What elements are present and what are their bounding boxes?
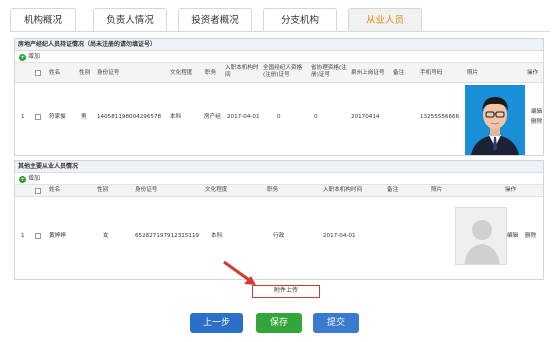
staff-photo-placeholder [455,207,507,265]
cell-education: 本科 [170,114,182,120]
plus-icon: + [19,176,26,183]
header-actions: 操作 [505,187,517,193]
section-title: 房地产经纪人员持证情况（尚未注册的请勿填证号） [15,39,543,51]
header-national-cert: 全国经纪人资格(注册)证号 [263,65,303,78]
previous-step-button[interactable]: 上一步 [190,313,243,333]
select-all-checkbox[interactable] [35,70,41,76]
table-header: 姓名 性别 身份证号 文化程度 职务 入职本机构时间 全国经纪人资格(注册)证号… [15,63,543,83]
header-name: 姓名 [49,187,61,193]
header-actions: 操作 [527,70,539,76]
tab-staff[interactable]: 从业人员 [348,8,422,32]
tab-bar: 机构概况 负责人情况 投资者概况 分支机构 从业人员 [10,4,550,32]
header-name: 姓名 [49,70,61,76]
row-checkbox[interactable] [35,114,41,120]
delete-link[interactable]: 删除 [525,233,536,240]
tab-divider [10,31,550,32]
tab-branches[interactable]: 分支机构 [263,8,337,32]
submit-button[interactable]: 提交 [313,313,359,333]
header-photo: 照片 [431,187,443,193]
cell-id: 140581198004296578 [97,114,162,120]
header-remark: 备注 [393,70,405,76]
header-position: 职务 [267,187,279,193]
row-index: 1 [21,114,25,120]
cell-province-cert: 0 [314,114,318,120]
cell-gender: 男 [81,114,87,120]
cell-local-cert: 20170414 [351,114,380,120]
cell-position: 行政 [273,233,285,239]
cell-education: 本科 [211,233,223,239]
tab-responsible-person[interactable]: 负责人情况 [93,8,167,32]
cell-name: 黄婷婷 [49,233,66,239]
header-id: 身份证号 [97,70,120,76]
header-join-date: 入职本机构时间 [323,187,363,193]
delete-link[interactable]: 删除 [531,119,542,126]
cell-national-cert: 0 [277,114,281,120]
other-staff-section: 其他主要从业人员情况 + 增加 姓名 性别 身份证号 文化程度 职务 入职本机构时… [14,160,544,280]
cell-join-date: 2017-04-01 [227,114,260,120]
cell-join-date: 2017-04-01 [323,233,356,239]
plus-icon: + [19,54,26,61]
table-row: 1 黄婷婷 女 652827197912315119 本科 行政 2017-04… [15,197,543,279]
tab-investors[interactable]: 投资者概况 [178,8,252,32]
add-button[interactable]: + 增加 [15,51,543,63]
header-gender: 性别 [97,187,109,193]
header-join-date: 入职本机构时间 [225,65,259,78]
header-education: 文化程度 [170,70,193,76]
cell-name: 符家俊 [49,114,66,120]
header-phone: 手机号码 [420,70,443,76]
table-row: 1 符家俊 男 140581198004296578 本科 房产经 2017-0… [15,83,543,155]
edit-link[interactable]: 编辑 [531,109,542,116]
header-remark: 备注 [387,187,399,193]
save-button[interactable]: 保存 [256,313,302,333]
header-photo: 照片 [467,70,479,76]
licensed-agents-section: 房地产经纪人员持证情况（尚未注册的请勿填证号） + 增加 姓名 性别 身份证号 文… [14,38,544,156]
row-checkbox[interactable] [35,233,41,239]
header-position: 职务 [205,70,217,76]
row-index: 1 [21,233,25,239]
cell-id: 652827197912315119 [135,233,200,239]
edit-link[interactable]: 编辑 [507,233,518,240]
cell-position: 房产经 [204,114,221,120]
header-province-cert: 省协理资格(注册)证号 [311,65,347,78]
attachment-upload-button[interactable]: 附件上传 [252,285,320,298]
header-id: 身份证号 [135,187,158,193]
person-photo-icon [465,85,525,155]
select-all-checkbox[interactable] [35,188,41,194]
cell-phone: 13255556666 [420,114,460,120]
cell-gender: 女 [103,233,109,239]
avatar-placeholder-icon [456,208,506,264]
agent-photo [465,85,525,155]
add-button[interactable]: + 增加 [15,173,543,185]
table-header: 姓名 性别 身份证号 文化程度 职务 入职本机构时间 备注 照片 操作 [15,185,543,197]
header-gender: 性别 [79,70,91,76]
header-education: 文化程度 [205,187,228,193]
header-local-cert: 泉州上岗证号 [351,70,385,76]
tab-institution-overview[interactable]: 机构概况 [10,8,76,32]
section-title: 其他主要从业人员情况 [15,161,543,173]
